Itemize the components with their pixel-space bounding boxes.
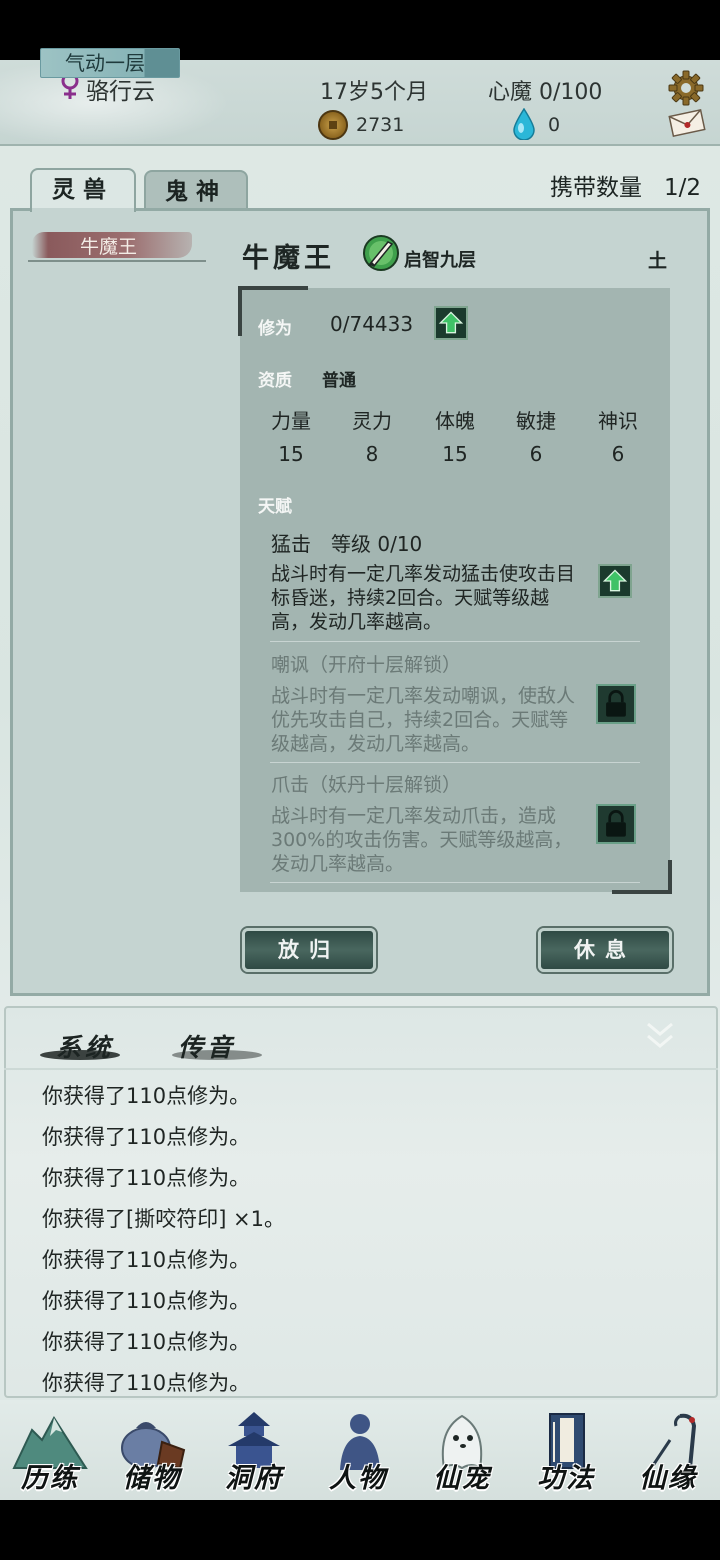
pet-name: 牛魔王 <box>242 243 335 274</box>
talent-description: 战斗时有一定几率发动猛击使攻击目标昏迷，持续2回合。天赋等级越高，发动几率越高。 <box>271 563 576 633</box>
realm-badge: 气动一层 <box>40 48 180 78</box>
lock-icon <box>596 804 636 844</box>
stat-value: 6 <box>611 442 625 466</box>
nav-label: 仙宠 <box>433 1463 491 1494</box>
log-line: 你获得了110点修为。 <box>42 1125 251 1149</box>
stat-name: 神识 <box>598 409 638 433</box>
nav-label: 仙缘 <box>639 1463 697 1494</box>
nav-label: 历练 <box>21 1463 79 1494</box>
stat-value: 15 <box>442 442 468 466</box>
pet-level: 启智九层 <box>404 250 476 271</box>
stat-name: 力量 <box>271 409 311 433</box>
stat-name: 敏捷 <box>516 409 556 433</box>
nav-label: 储物 <box>123 1463 181 1494</box>
log-line: 你获得了110点修为。 <box>42 1330 251 1354</box>
log-line: 你获得了110点修为。 <box>42 1289 251 1313</box>
settings-icon[interactable] <box>668 70 704 106</box>
divider <box>270 882 640 883</box>
carry-count: 携带数量 1/2 <box>550 168 701 202</box>
nav-renwu[interactable]: 人物 <box>310 1404 406 1496</box>
mail-icon[interactable] <box>668 108 706 138</box>
chevron-double-down-icon[interactable] <box>646 1020 674 1052</box>
bottom-black-bar <box>0 1500 720 1560</box>
gem-count: 0 <box>548 114 561 136</box>
coin-count: 2731 <box>356 114 405 136</box>
gem-icon <box>513 108 535 140</box>
pet-list-item[interactable]: 牛魔王 <box>28 230 206 262</box>
talent-description: 战斗时有一定几率发动爪击，造成300%的攻击伤害。天赋等级越高，发动几率越高。 <box>271 805 573 875</box>
panel-corner-decoration <box>612 860 672 894</box>
log-tab-system[interactable]: 系统 <box>56 1028 114 1064</box>
log-line: 你获得了110点修为。 <box>42 1248 251 1272</box>
talent-title: 爪击（妖丹十层解锁） <box>271 774 462 796</box>
nav-xianchong[interactable]: 仙宠 <box>414 1404 510 1496</box>
talent-label: 天赋 <box>258 497 292 517</box>
heart-demon-text: 心魔 0/100 <box>488 80 603 105</box>
rest-button[interactable]: 休息 <box>538 928 672 972</box>
divider <box>4 1068 718 1070</box>
log-tab-message[interactable]: 传音 <box>178 1028 236 1064</box>
pet-element: 土 <box>648 250 668 272</box>
log-line: 你获得了110点修为。 <box>42 1084 251 1108</box>
nav-gongfa[interactable]: 功法 <box>518 1404 614 1496</box>
talent-title: 猛击 等级 0/10 <box>271 532 423 556</box>
upgrade-cultivation-button[interactable] <box>434 306 468 340</box>
log-line: 你获得了[撕咬符印] ×1。 <box>42 1207 286 1231</box>
tab-lingshou[interactable]: 灵兽 <box>30 168 136 212</box>
divider <box>270 641 640 642</box>
nav-xianyuan[interactable]: 仙缘 <box>620 1404 716 1496</box>
nav-label: 洞府 <box>225 1463 283 1494</box>
divider <box>270 762 640 763</box>
carry-value: 1/2 <box>663 175 701 201</box>
aptitude-value: 普通 <box>322 371 356 391</box>
log-line: 你获得了110点修为。 <box>42 1371 251 1395</box>
talent-title: 嘲讽（开府十层解锁） <box>271 654 462 676</box>
stat-value: 6 <box>529 442 543 466</box>
nav-label: 功法 <box>537 1463 595 1494</box>
stat-value: 15 <box>278 442 304 466</box>
tab-guishen[interactable]: 鬼神 <box>144 170 248 212</box>
talent-description: 战斗时有一定几率发动嘲讽，使敌人优先攻击自己，持续2回合。天赋等级越高，发动几率… <box>271 685 576 755</box>
stat-name: 灵力 <box>352 409 392 433</box>
nav-lilian[interactable]: 历练 <box>2 1404 98 1496</box>
nav-dongfu[interactable]: 洞府 <box>206 1404 302 1496</box>
rename-brush-icon[interactable] <box>362 234 400 272</box>
cultivation-value: 0/74433 <box>330 312 414 336</box>
coin-icon <box>318 110 348 140</box>
pet-list-name: 牛魔王 <box>80 236 138 258</box>
release-button[interactable]: 放归 <box>242 928 376 972</box>
age-text: 17岁5个月 <box>320 80 428 105</box>
log-line: 你获得了110点修为。 <box>42 1166 251 1190</box>
lock-icon <box>596 684 636 724</box>
upgrade-talent-button[interactable] <box>598 564 632 598</box>
nav-label: 人物 <box>329 1463 387 1494</box>
carry-label: 携带数量 <box>550 175 642 201</box>
cultivation-label: 修为 <box>258 319 292 339</box>
stat-value: 8 <box>365 442 379 466</box>
aptitude-label: 资质 <box>258 371 292 391</box>
stat-name: 体魄 <box>435 409 475 433</box>
nav-chuwu[interactable]: 储物 <box>104 1404 200 1496</box>
